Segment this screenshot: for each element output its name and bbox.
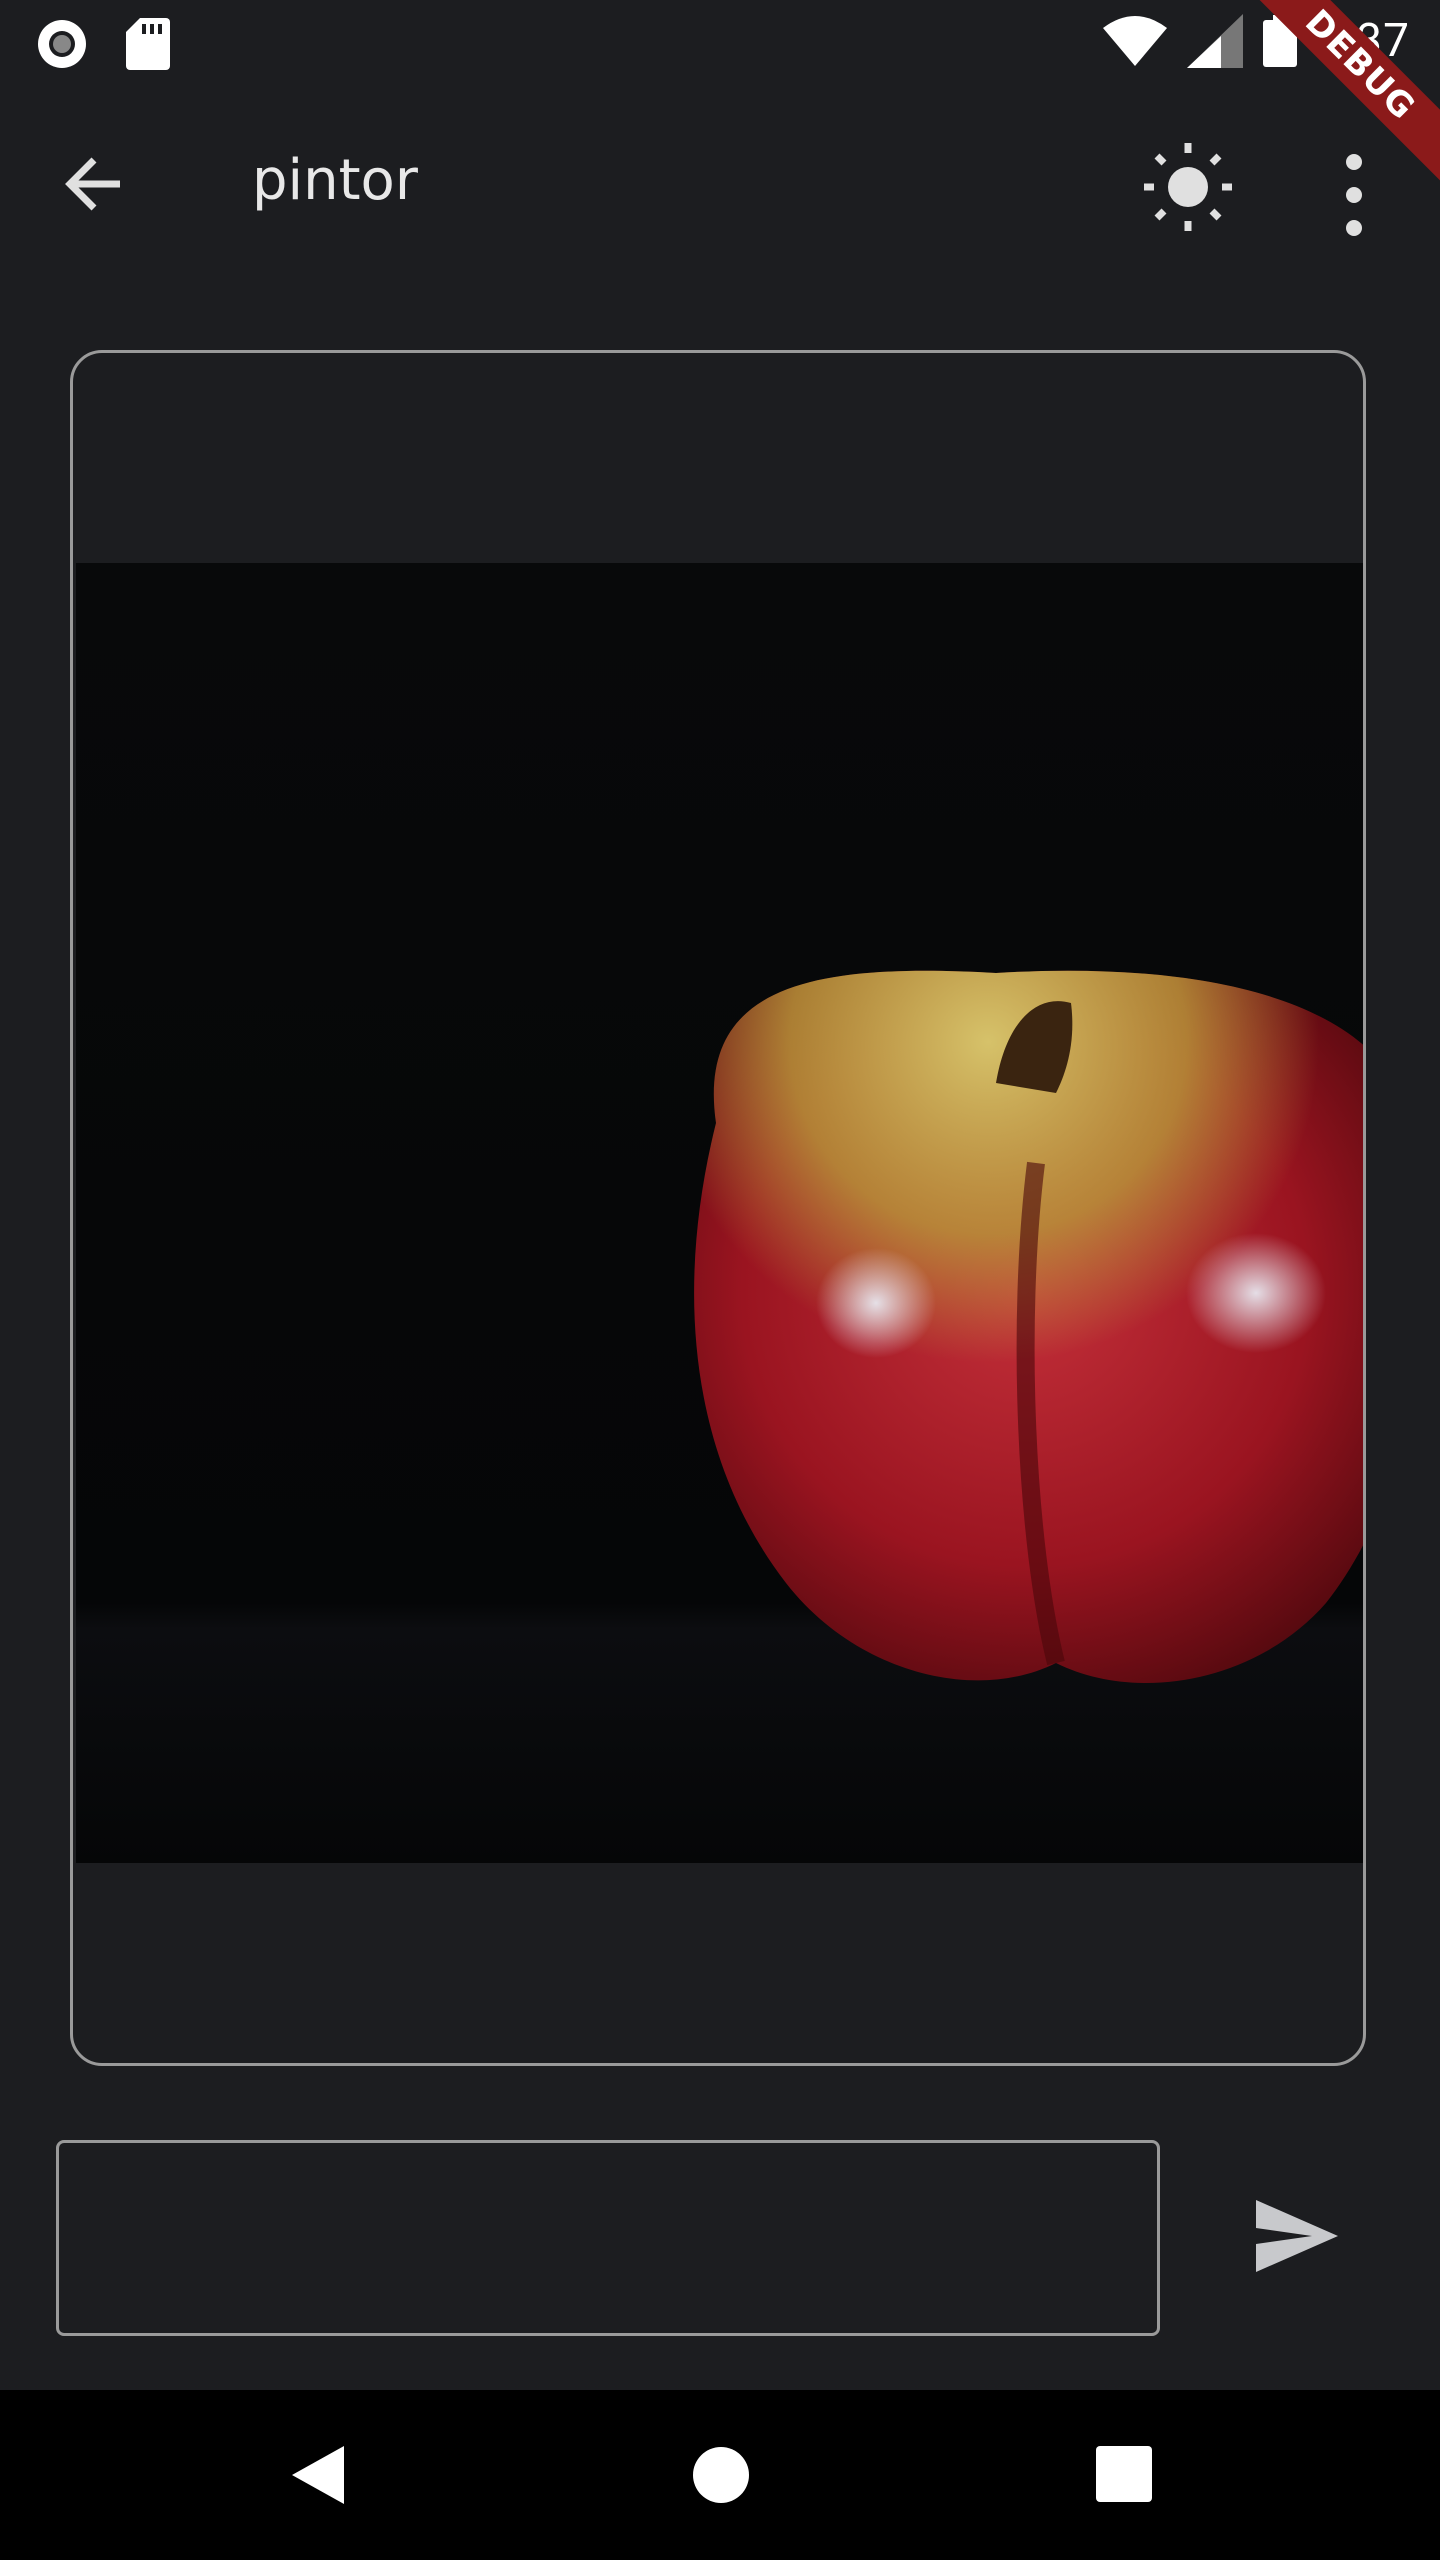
send-icon[interactable] xyxy=(1252,2196,1342,2276)
image-canvas-card[interactable] xyxy=(70,350,1366,2066)
app-bar: pintor xyxy=(0,84,1440,280)
nav-back-icon[interactable] xyxy=(290,2444,346,2506)
message-input[interactable] xyxy=(56,2140,1160,2336)
more-vert-icon[interactable] xyxy=(1330,150,1378,240)
apple-photo xyxy=(76,563,1363,1863)
system-nav-bar xyxy=(0,2390,1440,2560)
arrow-back-icon[interactable] xyxy=(58,144,138,224)
record-icon xyxy=(38,20,86,68)
signal-icon xyxy=(1187,14,1244,68)
sun-icon[interactable] xyxy=(1140,139,1236,235)
nav-home-icon[interactable] xyxy=(692,2446,750,2504)
nav-recents-icon[interactable] xyxy=(1096,2446,1152,2502)
sd-card-icon xyxy=(126,18,170,70)
status-bar: 2:37 DEBUG xyxy=(0,0,1440,189)
wifi-icon xyxy=(1103,16,1168,66)
page-title: pintor xyxy=(252,148,418,213)
